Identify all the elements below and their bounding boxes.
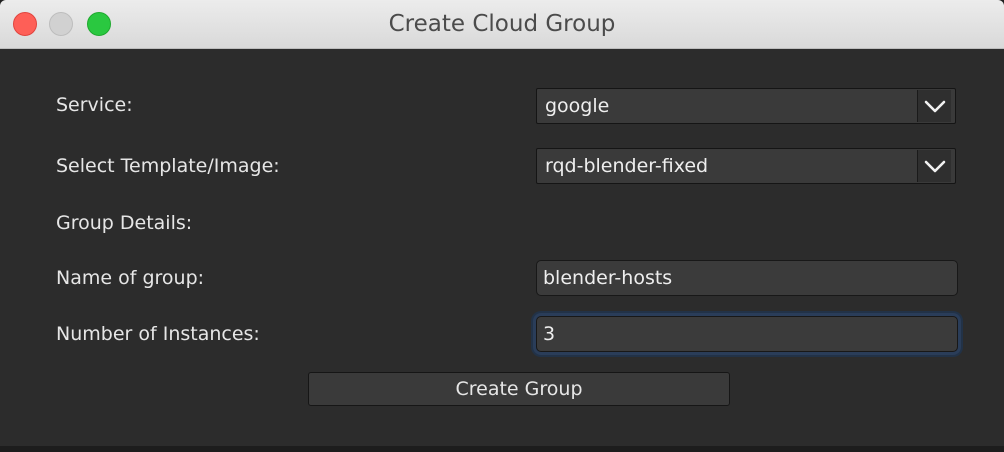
window-title: Create Cloud Group: [388, 11, 616, 37]
group-name-input[interactable]: [536, 260, 958, 296]
service-label: Service:: [56, 94, 133, 116]
chevron-down-icon: [924, 160, 946, 173]
instances-label: Number of Instances:: [56, 323, 260, 345]
title-bar[interactable]: Create Cloud Group: [0, 0, 1004, 49]
create-cloud-group-dialog: Create Cloud Group Service: google Selec…: [0, 0, 1004, 446]
service-dropdown-toggle[interactable]: [917, 90, 951, 122]
chevron-down-icon: [924, 100, 946, 113]
template-label: Select Template/Image:: [56, 155, 280, 177]
instances-input[interactable]: [536, 316, 958, 352]
template-dropdown-value: rqd-blender-fixed: [545, 155, 709, 177]
service-dropdown-value: google: [545, 95, 610, 117]
group-name-label: Name of group:: [56, 267, 205, 289]
service-dropdown[interactable]: google: [536, 88, 956, 124]
group-details-heading: Group Details:: [56, 212, 193, 234]
template-dropdown-toggle[interactable]: [917, 150, 951, 182]
template-dropdown[interactable]: rqd-blender-fixed: [536, 148, 956, 184]
create-group-button[interactable]: Create Group: [308, 372, 730, 406]
background-window-strip: [0, 446, 1004, 452]
